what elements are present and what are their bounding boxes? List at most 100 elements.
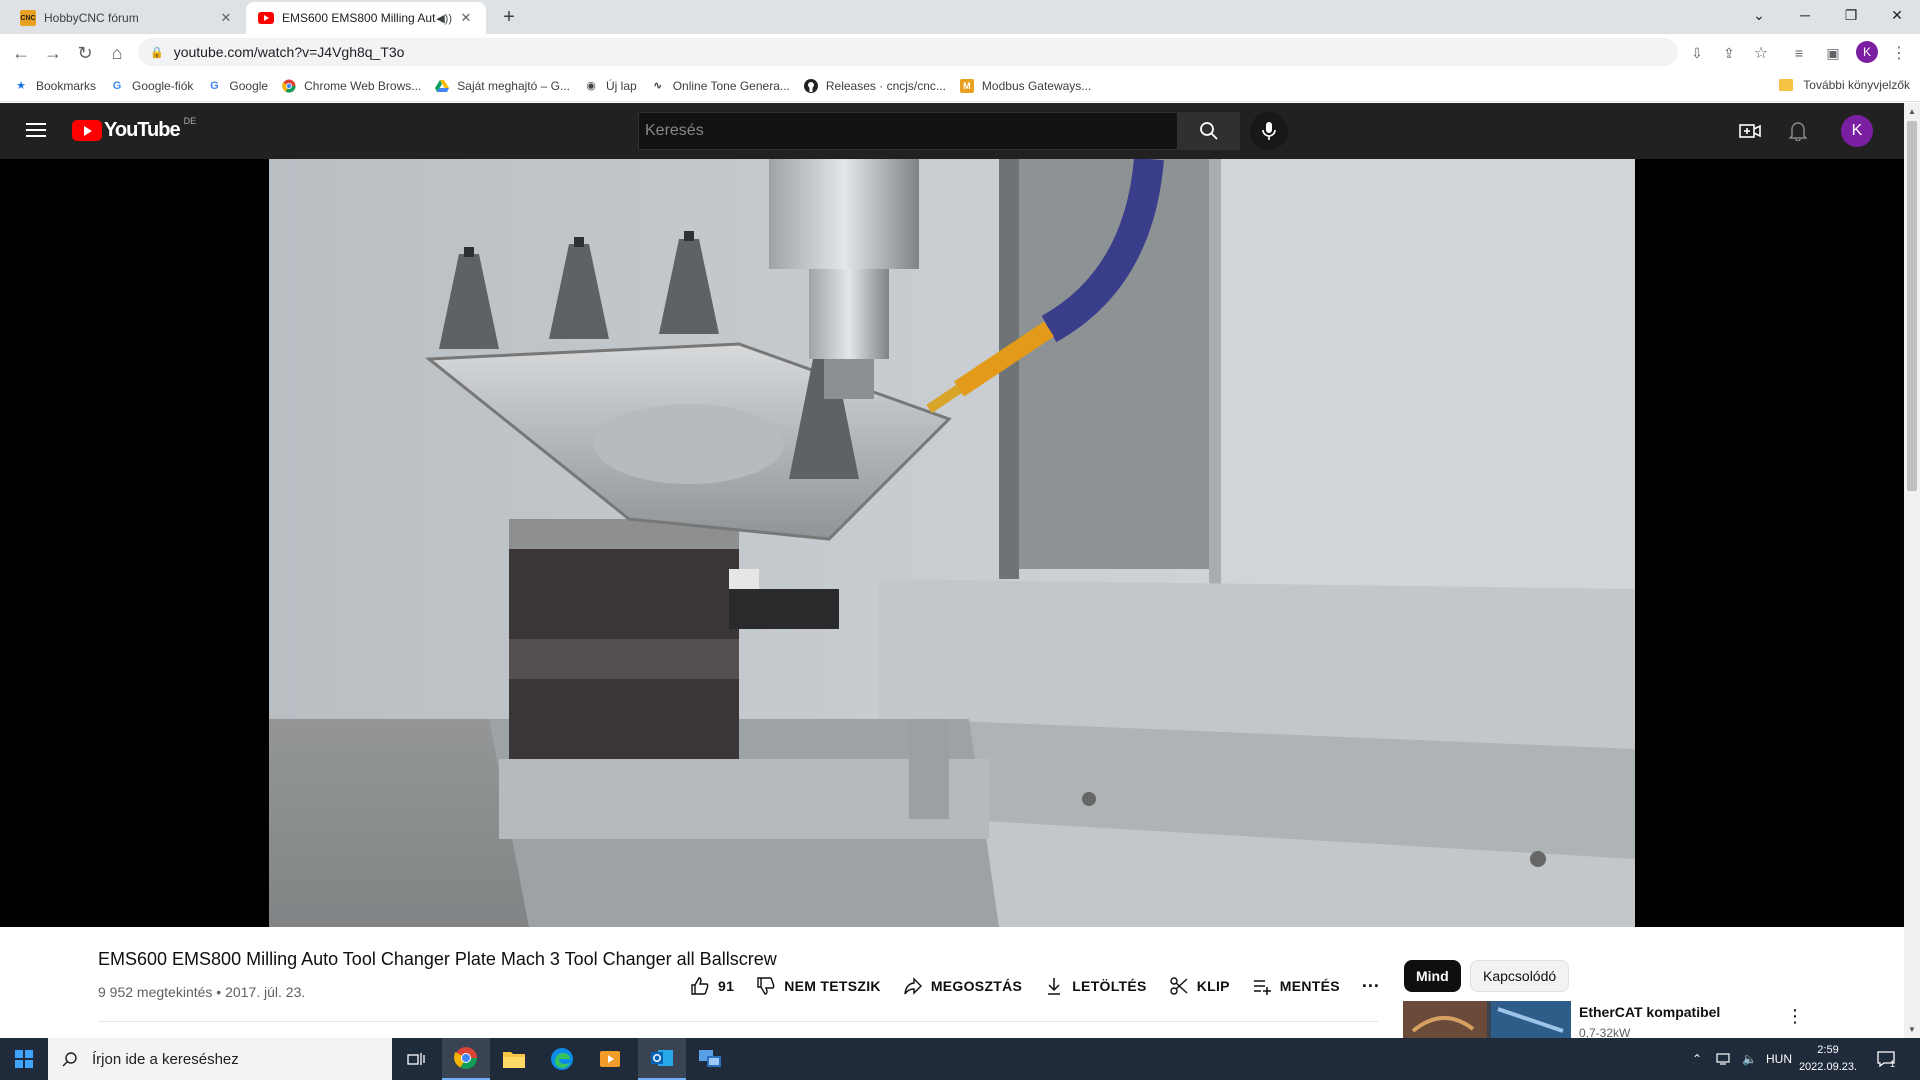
like-button[interactable]: 91	[690, 976, 734, 996]
dislike-button[interactable]: NEM TETSZIK	[756, 976, 881, 996]
chrome-taskbar-icon[interactable]	[442, 1038, 490, 1080]
profile-avatar[interactable]: K	[1856, 41, 1878, 63]
video-info: EMS600 EMS800 Milling Auto Tool Changer …	[0, 927, 1904, 1040]
tab-hobbycnc[interactable]: CNC HobbyCNC fórum ✕	[8, 2, 246, 34]
clip-button[interactable]: KLIP	[1169, 976, 1230, 996]
notification-center-icon[interactable]: 1	[1876, 1038, 1895, 1080]
network-icon[interactable]	[1716, 1038, 1732, 1080]
back-arrow-icon[interactable]: ←	[8, 40, 34, 66]
language-indicator[interactable]: HUN	[1766, 1038, 1792, 1080]
thumbs-up-icon	[691, 976, 709, 995]
voice-search-button[interactable]	[1250, 112, 1288, 150]
chrome-web-store-icon	[282, 79, 296, 93]
chip-mind[interactable]: Mind	[1404, 960, 1461, 992]
share-icon[interactable]: ⇪	[1716, 40, 1742, 66]
folder-icon	[1779, 79, 1794, 91]
drive-icon	[435, 79, 450, 93]
minimize-button[interactable]: ─	[1782, 0, 1828, 30]
search-button[interactable]	[1178, 112, 1240, 150]
search-icon	[62, 1052, 77, 1067]
google-icon: G	[112, 79, 122, 92]
video-frame[interactable]	[269, 159, 1635, 927]
github-icon	[803, 78, 818, 93]
outlook-icon[interactable]	[638, 1038, 686, 1080]
youtube-play-icon	[72, 120, 102, 141]
forward-arrow-icon[interactable]: →	[40, 40, 66, 66]
scroll-down-icon[interactable]: ▼	[1908, 1025, 1916, 1034]
video-meta: 9 952 megtekintés • 2017. júl. 23.	[98, 984, 306, 1000]
reload-icon[interactable]: ↻	[72, 40, 98, 66]
scroll-up-icon[interactable]: ▲	[1908, 107, 1916, 116]
tab-search-icon[interactable]: ⌄	[1736, 0, 1782, 30]
download-button[interactable]: LETÖLTÉS	[1044, 976, 1146, 996]
close-window-button[interactable]: ✕	[1874, 0, 1920, 30]
bookmark-item[interactable]: ★ Bookmarks	[14, 79, 96, 93]
install-icon[interactable]: ⇩	[1684, 40, 1710, 66]
page-scrollbar[interactable]: ▲ ▼	[1904, 103, 1920, 1038]
bookmark-item[interactable]: G Google	[207, 79, 268, 93]
edge-icon[interactable]	[538, 1038, 586, 1080]
account-avatar[interactable]: K	[1841, 115, 1873, 147]
scrollbar-thumb[interactable]	[1907, 121, 1917, 491]
youtube-logo[interactable]: YouTube DE	[72, 116, 196, 142]
bookmark-item[interactable]: ◉ Új lap	[584, 79, 637, 93]
more-vert-icon[interactable]: ⋮	[1786, 1007, 1804, 1025]
media-control-icon[interactable]: ≡	[1786, 40, 1812, 66]
remote-desktop-icon[interactable]	[686, 1038, 734, 1080]
clock-date: 2022.09.23.	[1798, 1061, 1858, 1073]
clock-time: 2:59	[1817, 1044, 1839, 1056]
share-button[interactable]: MEGOSZTÁS	[903, 976, 1022, 996]
create-video-icon[interactable]	[1738, 119, 1762, 143]
new-tab-button[interactable]: +	[498, 6, 520, 28]
action-bar: 91 NEM TETSZIK MEGOSZTÁS LETÖLTÉS KLIP M…	[690, 971, 1402, 996]
playlist-add-icon	[1253, 979, 1271, 995]
windows-logo-icon	[15, 1050, 33, 1068]
bookmark-star-icon[interactable]: ☆	[1748, 40, 1774, 66]
speaker-icon[interactable]: ◀))	[436, 12, 452, 25]
clock[interactable]: 2:59 2022.09.23.	[1796, 1042, 1860, 1076]
bookmark-item[interactable]: ∿ Online Tone Genera...	[651, 79, 790, 93]
bookmark-item[interactable]: Releases · cncjs/cnc...	[803, 78, 946, 93]
close-icon[interactable]: ✕	[458, 10, 474, 26]
bookmark-item[interactable]: Saját meghajtó – G...	[435, 79, 570, 93]
side-panel-icon[interactable]: ▣	[1820, 40, 1846, 66]
hamburger-menu-icon[interactable]	[24, 119, 48, 143]
close-icon[interactable]: ✕	[218, 10, 234, 26]
task-view-icon[interactable]	[392, 1038, 440, 1080]
home-icon[interactable]: ⌂	[104, 40, 130, 66]
wave-icon: ∿	[653, 80, 663, 92]
tab-strip: CNC HobbyCNC fórum ✕ EMS600 EMS800 Milli…	[0, 0, 1920, 34]
youtube-icon	[258, 10, 274, 26]
tray-chevron-icon[interactable]: ⌃	[1692, 1038, 1702, 1080]
other-bookmarks[interactable]: További könyvjelzők	[1779, 78, 1910, 92]
bookmark-item[interactable]: M Modbus Gateways...	[959, 78, 1091, 93]
video-player[interactable]	[0, 159, 1904, 927]
volume-icon[interactable]: 🔈	[1742, 1038, 1757, 1080]
windows-taskbar: Írjon ide a kereséshez ⌃ 🔈 HUN 2:59 2022…	[0, 1038, 1920, 1080]
chip-kapcsolodo[interactable]: Kapcsolódó	[1470, 960, 1570, 992]
search-icon	[1200, 122, 1218, 140]
start-button[interactable]	[0, 1038, 48, 1080]
menu-dots-icon[interactable]: ⋮	[1886, 40, 1912, 66]
taskbar-search-input[interactable]: Írjon ide a kereséshez	[48, 1038, 392, 1080]
file-explorer-icon[interactable]	[490, 1038, 538, 1080]
hobbycnc-icon: CNC	[20, 10, 36, 26]
notifications-bell-icon[interactable]	[1786, 119, 1810, 143]
bookmark-item[interactable]: Chrome Web Brows...	[282, 79, 421, 93]
media-player-icon[interactable]	[586, 1038, 634, 1080]
search-input[interactable]: Keresés	[638, 112, 1178, 150]
google-icon: G	[210, 79, 219, 92]
tab-youtube[interactable]: EMS600 EMS800 Milling Auto Tool Changer …	[246, 2, 486, 34]
globe-icon: ◉	[586, 80, 596, 92]
save-button[interactable]: MENTÉS	[1252, 976, 1340, 996]
video-title: EMS600 EMS800 Milling Auto Tool Changer …	[98, 949, 777, 969]
more-actions-button[interactable]: ...	[1362, 971, 1380, 996]
related-video-title[interactable]: EtherCAT kompatibel	[1579, 1004, 1720, 1020]
address-bar[interactable]: 🔒 youtube.com/watch?v=J4Vgh8q_T3o	[138, 38, 1678, 66]
microphone-icon	[1262, 122, 1276, 140]
related-video-thumbnail[interactable]	[1403, 1001, 1571, 1038]
lock-icon[interactable]: 🔒	[150, 46, 164, 59]
restore-button[interactable]: ❐	[1828, 0, 1874, 30]
thumbs-down-icon	[757, 976, 775, 995]
bookmark-item[interactable]: G Google-fiók	[110, 79, 194, 93]
